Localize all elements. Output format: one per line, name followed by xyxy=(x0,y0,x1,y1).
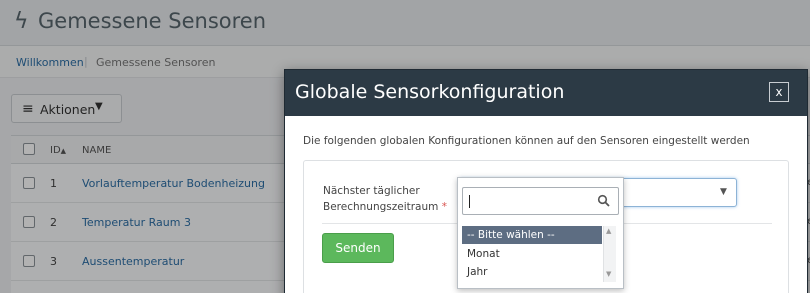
close-button[interactable]: x xyxy=(769,82,789,102)
modal-title: Globale Sensorkonfiguration xyxy=(295,81,565,103)
dropdown-search-input[interactable] xyxy=(462,187,619,215)
scroll-down-arrow-icon[interactable]: ▼ xyxy=(606,270,611,278)
send-button[interactable]: Senden xyxy=(322,233,394,263)
required-marker: * xyxy=(441,201,447,213)
search-icon xyxy=(597,194,610,207)
select-dropdown-menu: -- Bitte wählen -- Monat Jahr ▲ ▼ xyxy=(457,177,624,289)
text-cursor xyxy=(469,195,470,208)
calculation-period-label-text: Nächster täglicher Berechnungszeitraum xyxy=(323,185,439,213)
dropdown-option-monat[interactable]: Monat xyxy=(462,245,602,263)
dropdown-scrollbar[interactable]: ▲ ▼ xyxy=(603,226,616,282)
modal-description: Die folgenden globalen Konfigurationen k… xyxy=(303,135,750,147)
dropdown-option-jahr[interactable]: Jahr xyxy=(462,263,602,281)
dropdown-option-placeholder[interactable]: -- Bitte wählen -- xyxy=(462,226,602,244)
calculation-period-label: Nächster täglicher Berechnungszeitraum * xyxy=(323,183,463,215)
modal-header: Globale Sensorkonfiguration x xyxy=(285,70,807,116)
chevron-down-icon: ▼ xyxy=(720,187,727,197)
dropdown-options-list: -- Bitte wählen -- Monat Jahr ▲ ▼ xyxy=(462,226,619,282)
scroll-up-arrow-icon[interactable]: ▲ xyxy=(606,227,611,235)
